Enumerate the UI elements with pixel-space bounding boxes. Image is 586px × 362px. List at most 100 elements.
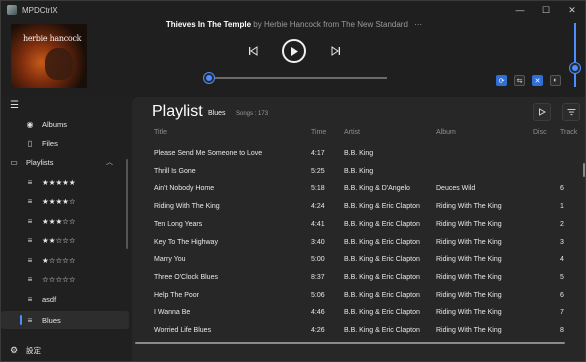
column-header-time[interactable]: Time: [311, 129, 326, 136]
sidebar-item-files[interactable]: ▯ Files: [1, 134, 129, 152]
sidebar-item-playlist[interactable]: ≡ ★★☆☆☆: [1, 231, 129, 249]
playlist-icon: ≡: [27, 196, 33, 206]
table-row[interactable]: Key To The Highway 3:40 B.B. King & Eric…: [132, 234, 585, 252]
play-playlist-button[interactable]: [533, 103, 551, 121]
sidebar-item-playlist[interactable]: ≡ ☆☆☆☆☆: [1, 270, 129, 288]
volume-thumb[interactable]: [570, 62, 580, 73]
song-album: Riding With The King: [436, 256, 502, 264]
sidebar-item-label: Blues: [42, 315, 61, 325]
next-button[interactable]: [330, 44, 342, 58]
sidebar-item-label: ★★★☆☆: [42, 216, 76, 226]
app-logo-icon: [7, 5, 17, 15]
song-artist: B.B. King: [344, 150, 374, 157]
song-title: Help The Poor: [154, 291, 200, 299]
by-label: by: [253, 20, 262, 29]
window-controls: — ☐ ✕: [507, 1, 585, 19]
song-title: I Wanna Be: [154, 309, 191, 317]
song-artist: B.B. King & D'Angelo: [344, 185, 410, 193]
repeat-toggle[interactable]: ⟳: [496, 75, 507, 86]
song-track: 7: [560, 309, 564, 317]
more-options-button[interactable]: ···: [414, 20, 422, 29]
playlist-icon: ≡: [27, 235, 33, 245]
song-time: 4:24: [311, 203, 325, 211]
column-header-artist[interactable]: Artist: [344, 129, 360, 136]
play-icon: [291, 46, 298, 56]
table-row[interactable]: I Wanna Be 4:46 B.B. King & Eric Clapton…: [132, 304, 585, 322]
sidebar-item-playlist-selected[interactable]: ≡ Blues: [1, 311, 129, 329]
sidebar-item-label: Albums: [42, 119, 68, 129]
song-artist: B.B. King: [344, 167, 374, 175]
song-time: 4:26: [311, 327, 325, 334]
song-title: Worried Life Blues: [154, 327, 212, 334]
song-title: Key To The Highway: [154, 238, 218, 246]
consume-toggle[interactable]: ◐: [550, 75, 561, 86]
song-title: Please Send Me Someone to Love: [154, 150, 263, 157]
sidebar-item-label: ★★☆☆☆: [42, 235, 76, 245]
now-playing-info: Thieves In The Temple by Herbie Hancock …: [1, 20, 585, 29]
close-button[interactable]: ✕: [559, 1, 585, 19]
song-album: Deuces Wild: [436, 185, 476, 193]
table-row[interactable]: Please Send Me Someone to Love 4:17 B.B.…: [132, 145, 585, 163]
song-time: 5:00: [311, 256, 325, 264]
selection-indicator: [20, 315, 22, 325]
column-header-album[interactable]: Album: [436, 129, 456, 136]
playlist-icon: ≡: [27, 274, 33, 284]
sidebar-scrollbar[interactable]: [126, 159, 128, 249]
sidebar-item-label: ☆☆☆☆☆: [42, 274, 76, 284]
sidebar-item-playlists[interactable]: ▭ Playlists ︿: [1, 153, 129, 171]
maximize-button[interactable]: ☐: [533, 1, 559, 19]
table-row[interactable]: Worried Life Blues 4:26 B.B. King & Eric…: [132, 322, 585, 340]
sidebar-item-albums[interactable]: ◉ Albums: [1, 115, 129, 133]
song-time: 3:40: [311, 238, 325, 246]
table-row[interactable]: Ten Long Years 4:41 B.B. King & Eric Cla…: [132, 216, 585, 234]
skip-previous-icon: [249, 46, 258, 56]
song-album: Riding With The King: [436, 273, 502, 281]
disc-icon: ◉: [26, 119, 34, 129]
table-row[interactable]: Help The Poor 5:06 B.B. King & Eric Clap…: [132, 287, 585, 305]
song-track: 3: [560, 238, 564, 246]
list-horizontal-scrollbar[interactable]: [135, 342, 565, 344]
playlist-icon: ≡: [27, 216, 33, 226]
minimize-button[interactable]: —: [507, 1, 533, 19]
table-row[interactable]: Ain't Nobody Home 5:18 B.B. King & D'Ang…: [132, 180, 585, 198]
song-title: Three O'Clock Blues: [154, 273, 218, 281]
song-album: Riding With The King: [436, 327, 502, 334]
table-row[interactable]: Marry You 5:00 B.B. King & Eric Clapton …: [132, 251, 585, 269]
song-track: 8: [560, 327, 564, 334]
table-row[interactable]: Riding With The King 4:24 B.B. King & Er…: [132, 198, 585, 216]
sidebar-item-playlist[interactable]: ≡ asdf: [1, 290, 129, 308]
file-icon: ▯: [27, 138, 33, 148]
column-header-title[interactable]: Title: [154, 129, 167, 136]
previous-button[interactable]: [247, 44, 259, 58]
list-vertical-scrollbar[interactable]: [583, 163, 585, 177]
filter-button[interactable]: [562, 103, 580, 121]
seek-thumb[interactable]: [203, 73, 214, 83]
volume-slider[interactable]: [574, 23, 576, 87]
table-row[interactable]: Thrill Is Gone 5:25 B.B. King: [132, 163, 585, 181]
seek-slider[interactable]: [205, 77, 387, 79]
sidebar-item-playlist[interactable]: ≡ ★★★☆☆: [1, 212, 129, 230]
sidebar-item-label: ★★★★★: [42, 177, 76, 187]
song-title: Riding With The King: [154, 203, 220, 211]
chevron-up-icon[interactable]: ︿: [106, 157, 113, 167]
song-title: Marry You: [154, 256, 186, 264]
menu-icon[interactable]: ☰: [10, 100, 19, 111]
random-toggle[interactable]: ⇆: [514, 75, 525, 86]
song-artist: B.B. King & Eric Clapton: [344, 327, 420, 334]
play-button[interactable]: [282, 39, 306, 63]
song-title: Ten Long Years: [154, 220, 203, 228]
album-art-text: herbie hancock: [23, 34, 82, 43]
sidebar-item-playlist[interactable]: ≡ ★★★★★: [1, 173, 129, 191]
column-header-disc[interactable]: Disc: [533, 129, 547, 136]
shuffle-toggle[interactable]: ✕: [532, 75, 543, 86]
song-artist: B.B. King & Eric Clapton: [344, 273, 420, 281]
column-header-track[interactable]: Track: [560, 129, 577, 136]
sidebar-item-playlist[interactable]: ≡ ★★★★☆: [1, 192, 129, 210]
sidebar-item-label: asdf: [42, 294, 57, 304]
now-playing-album: The New Standard: [341, 20, 408, 29]
sidebar-item-playlist[interactable]: ≡ ★☆☆☆☆: [1, 251, 129, 269]
song-artist: B.B. King & Eric Clapton: [344, 220, 420, 228]
album-art-portrait: [45, 48, 73, 80]
settings-button[interactable]: ⚙ 設定: [1, 341, 129, 359]
table-row[interactable]: Three O'Clock Blues 8:37 B.B. King & Eri…: [132, 269, 585, 287]
